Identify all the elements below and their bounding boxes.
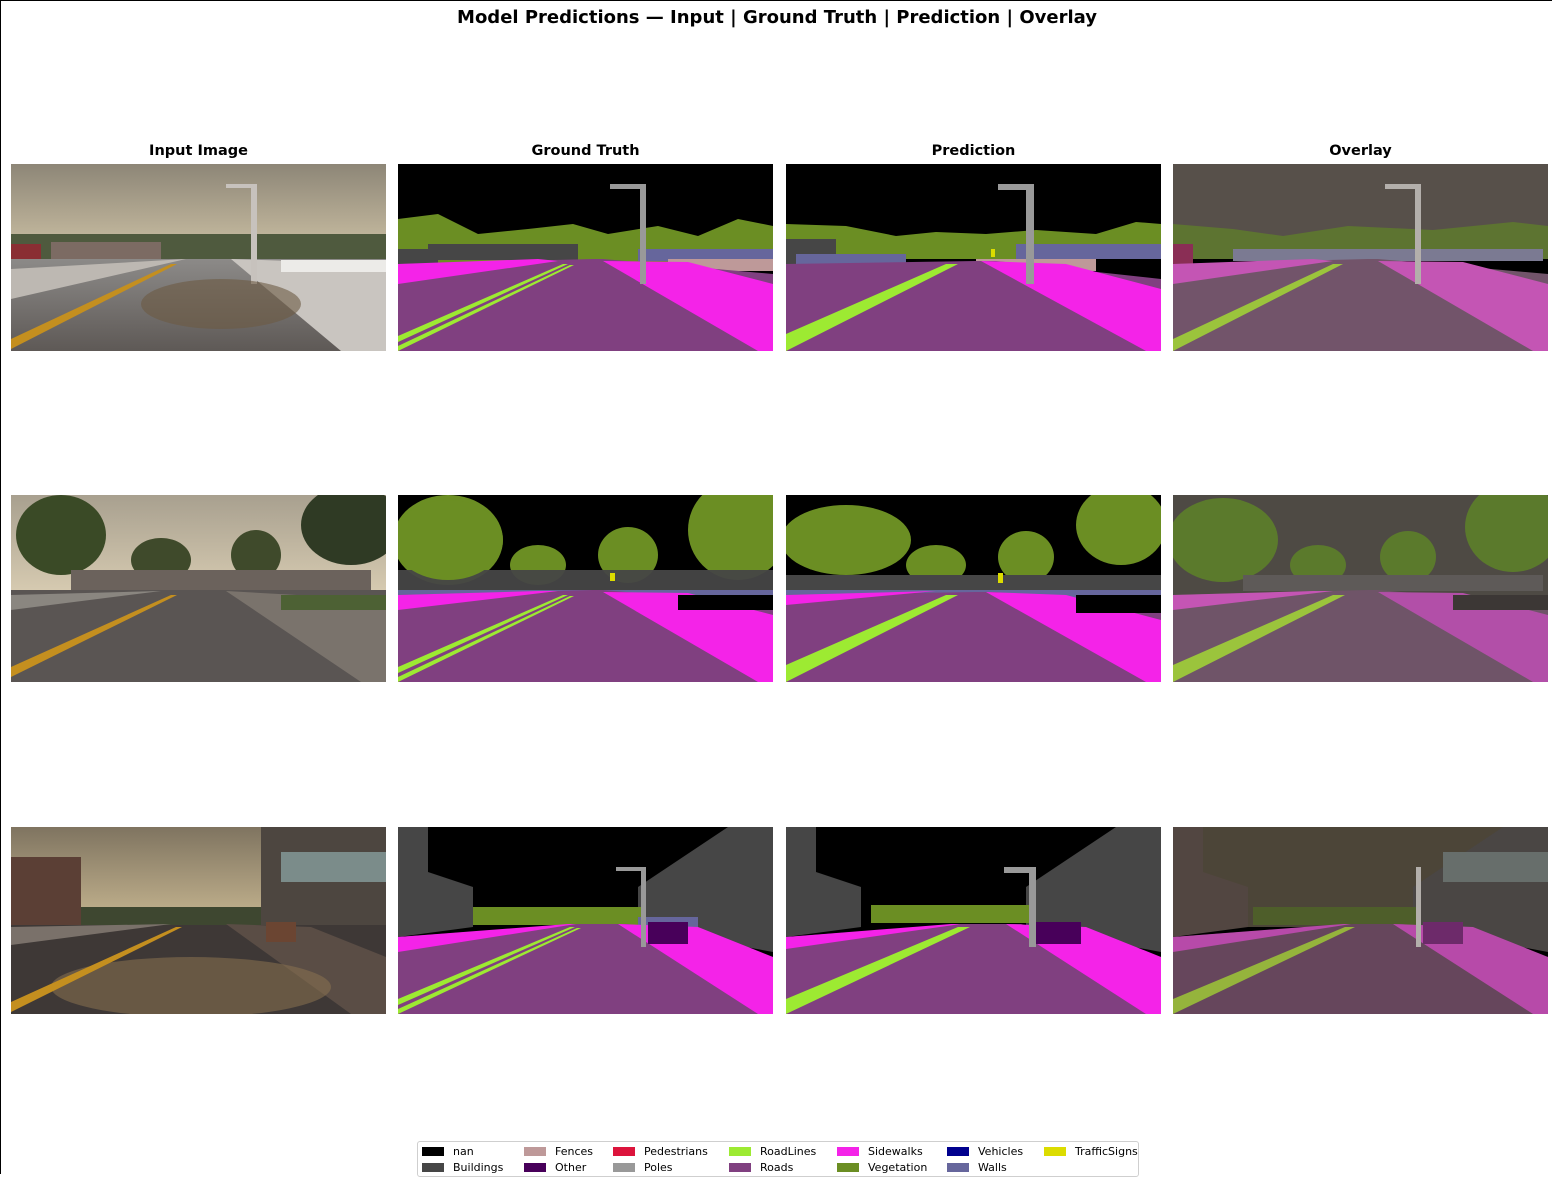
legend-swatch xyxy=(613,1146,635,1156)
prediction-3 xyxy=(786,827,1161,1014)
legend-label: Vegetation xyxy=(868,1160,928,1174)
legend-label: Other xyxy=(555,1160,587,1174)
legend-item-other: Other xyxy=(524,1159,586,1175)
legend-swatch xyxy=(422,1162,444,1172)
legend-swatch xyxy=(947,1162,969,1172)
legend: nan Buildings Fences Other Pedestrians Poles R… xyxy=(417,1141,1139,1177)
legend-swatch xyxy=(837,1146,859,1156)
legend-label: Buildings xyxy=(453,1160,504,1174)
legend-swatch xyxy=(1044,1146,1066,1156)
legend-item-sidewalks: Sidewalks xyxy=(837,1143,923,1159)
legend-label: Sidewalks xyxy=(868,1144,923,1158)
legend-label: Pedestrians xyxy=(644,1144,708,1158)
figure-title: Model Predictions — Input | Ground Truth… xyxy=(457,7,1097,28)
legend-item-vehicles: Vehicles xyxy=(947,1143,1023,1159)
legend-swatch xyxy=(729,1162,751,1172)
legend-label: Roads xyxy=(760,1160,794,1174)
legend-label: RoadLines xyxy=(760,1144,817,1158)
input-image-1 xyxy=(11,164,386,351)
legend-item-nan: nan xyxy=(422,1143,474,1159)
legend-swatch xyxy=(729,1146,751,1156)
overlay-2 xyxy=(1173,495,1548,682)
legend-swatch xyxy=(837,1162,859,1172)
overlay-3 xyxy=(1173,827,1548,1014)
legend-swatch xyxy=(524,1162,546,1172)
input-image-2 xyxy=(11,495,386,682)
legend-label: Fences xyxy=(555,1144,594,1158)
column-title-ground-truth: Ground Truth xyxy=(531,143,640,159)
legend-label: Walls xyxy=(978,1160,1007,1174)
legend-label: Vehicles xyxy=(978,1144,1024,1158)
legend-label: TrafficSigns xyxy=(1075,1144,1138,1158)
legend-item-poles: Poles xyxy=(613,1159,673,1175)
legend-swatch xyxy=(524,1146,546,1156)
legend-swatch xyxy=(422,1146,444,1156)
legend-item-pedestrians: Pedestrians xyxy=(613,1143,708,1159)
legend-swatch xyxy=(613,1162,635,1172)
prediction-2 xyxy=(786,495,1161,682)
overlay-1 xyxy=(1173,164,1548,351)
legend-swatch xyxy=(947,1146,969,1156)
prediction-1 xyxy=(786,164,1161,351)
legend-item-trafficsigns: TrafficSigns xyxy=(1044,1143,1138,1159)
legend-item-roadlines: RoadLines xyxy=(729,1143,816,1159)
legend-label: nan xyxy=(453,1144,474,1158)
legend-item-roads: Roads xyxy=(729,1159,793,1175)
column-title-input: Input Image xyxy=(149,143,248,159)
ground-truth-2 xyxy=(398,495,773,682)
column-title-overlay: Overlay xyxy=(1329,143,1392,159)
ground-truth-1 xyxy=(398,164,773,351)
legend-label: Poles xyxy=(644,1160,673,1174)
input-image-3 xyxy=(11,827,386,1014)
legend-item-walls: Walls xyxy=(947,1159,1007,1175)
column-title-prediction: Prediction xyxy=(931,143,1016,159)
ground-truth-3 xyxy=(398,827,773,1014)
legend-item-fences: Fences xyxy=(524,1143,593,1159)
legend-item-vegetation: Vegetation xyxy=(837,1159,927,1175)
legend-item-buildings: Buildings xyxy=(422,1159,503,1175)
